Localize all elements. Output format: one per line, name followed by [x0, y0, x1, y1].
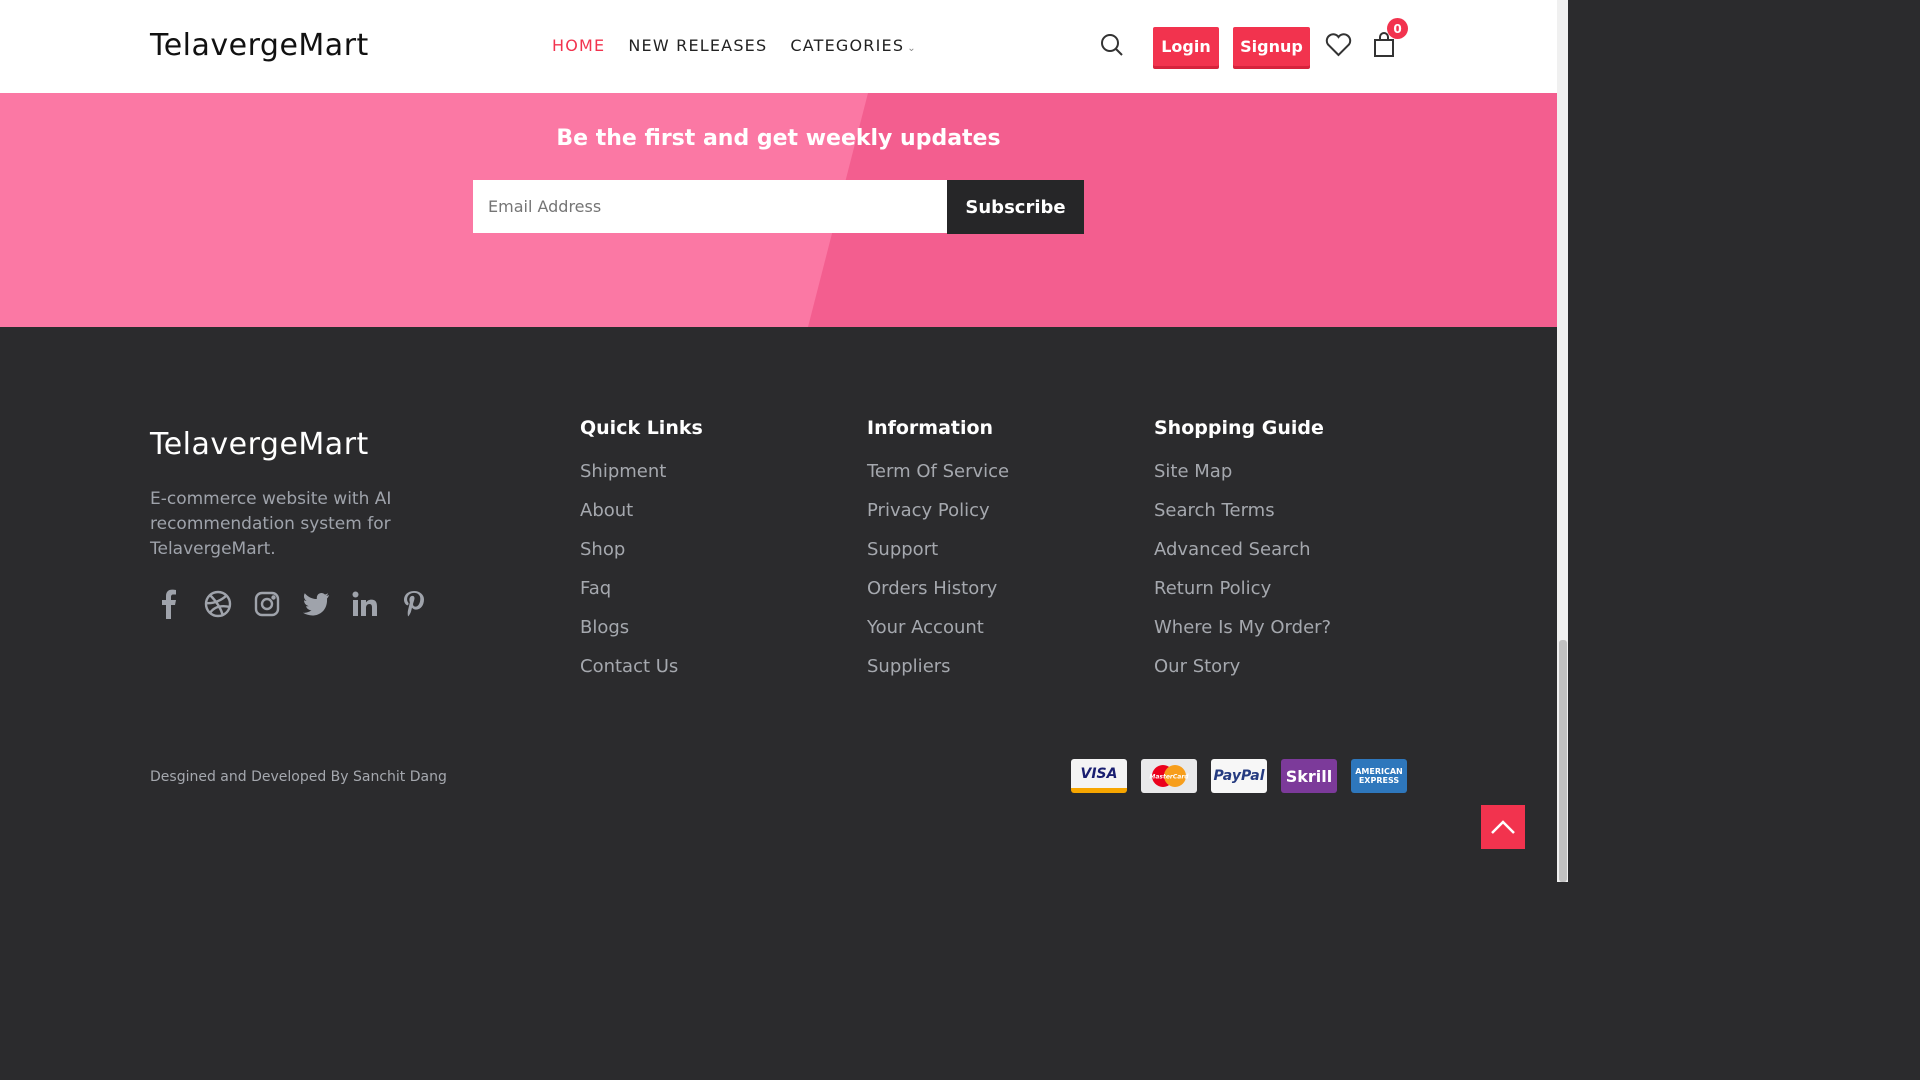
newsletter-title: Be the first and get weekly updates — [556, 126, 1001, 151]
footer-link-return-policy[interactable]: Return Policy — [1154, 578, 1331, 617]
pinterest-icon[interactable] — [399, 589, 428, 618]
linkedin-icon[interactable] — [350, 589, 379, 618]
footer-link-advanced-search[interactable]: Advanced Search — [1154, 539, 1331, 578]
footer-link-search-terms[interactable]: Search Terms — [1154, 500, 1331, 539]
footer-credit: Desgined and Developed By Sanchit Dang — [150, 769, 447, 785]
site-header: TelavergeMart HOME NEW RELEASES CATEGORI… — [0, 0, 1557, 93]
footer-link-shop[interactable]: Shop — [580, 539, 703, 578]
footer-link-faq[interactable]: Faq — [580, 578, 703, 617]
footer-link-suppliers[interactable]: Suppliers — [867, 656, 1009, 695]
skrill-icon: Skrill — [1281, 759, 1337, 793]
nav-categories[interactable]: CATEGORIES ⌄ — [790, 36, 916, 55]
footer-link-orders-history[interactable]: Orders History — [867, 578, 1009, 617]
quick-links-heading: Quick Links — [580, 417, 703, 439]
shopping-guide-heading: Shopping Guide — [1154, 417, 1324, 439]
amex-label: AMERICAN EXPRESS — [1355, 767, 1403, 785]
footer-link-privacy[interactable]: Privacy Policy — [867, 500, 1009, 539]
dribbble-icon[interactable] — [203, 589, 232, 618]
cart-count-badge: 0 — [1387, 18, 1408, 39]
nav-home[interactable]: HOME — [552, 36, 605, 55]
mastercard-icon: MasterCard — [1141, 759, 1197, 793]
footer-logo[interactable]: TelavergeMart — [150, 427, 369, 462]
information-heading: Information — [867, 417, 994, 439]
facebook-icon[interactable] — [154, 589, 183, 619]
footer-link-where-is-my-order[interactable]: Where Is My Order? — [1154, 617, 1331, 656]
email-input[interactable] — [473, 180, 947, 233]
subscribe-button[interactable]: Subscribe — [947, 180, 1084, 234]
site-footer: TelavergeMart E-commerce website with AI… — [0, 327, 1557, 882]
information-column: Information Term Of Service Privacy Poli… — [867, 417, 1009, 695]
search-icon[interactable] — [1099, 32, 1125, 58]
skrill-label: Skrill — [1285, 766, 1333, 786]
quick-links-column: Quick Links Shipment About Shop Faq Blog… — [580, 417, 703, 695]
scrollbar-thumb[interactable] — [1559, 640, 1567, 882]
footer-link-support[interactable]: Support — [867, 539, 1009, 578]
amex-icon: AMERICAN EXPRESS — [1351, 759, 1407, 793]
paypal-icon: PayPal — [1211, 759, 1267, 793]
footer-about-text: E-commerce website with AI recommendatio… — [150, 489, 392, 559]
twitter-icon[interactable] — [301, 589, 330, 618]
footer-link-contact[interactable]: Contact Us — [580, 656, 703, 695]
footer-link-shipment[interactable]: Shipment — [580, 461, 703, 500]
footer-link-terms[interactable]: Term Of Service — [867, 461, 1009, 500]
social-links — [154, 589, 428, 619]
visa-icon: VISA — [1071, 759, 1127, 793]
site-logo[interactable]: TelavergeMart — [150, 28, 369, 63]
wishlist-heart-icon[interactable] — [1324, 32, 1352, 58]
footer-link-your-account[interactable]: Your Account — [867, 617, 1009, 656]
newsletter-section: Be the first and get weekly updates Subs… — [0, 93, 1557, 327]
main-nav: HOME NEW RELEASES CATEGORIES ⌄ — [552, 36, 917, 55]
login-button[interactable]: Login — [1153, 27, 1219, 66]
chevron-down-icon: ⌄ — [907, 43, 917, 54]
mastercard-label: MasterCard — [1149, 774, 1189, 781]
shopping-guide-column: Shopping Guide Site Map Search Terms Adv… — [1154, 417, 1331, 695]
footer-link-blogs[interactable]: Blogs — [580, 617, 703, 656]
nav-categories-label: CATEGORIES — [790, 36, 905, 55]
paypal-label: PayPal — [1213, 768, 1265, 784]
nav-new-releases[interactable]: NEW RELEASES — [628, 36, 767, 55]
footer-link-site-map[interactable]: Site Map — [1154, 461, 1331, 500]
footer-link-about[interactable]: About — [580, 500, 703, 539]
visa-label: VISA — [1080, 765, 1118, 782]
footer-link-our-story[interactable]: Our Story — [1154, 656, 1331, 695]
scroll-to-top-button[interactable] — [1481, 805, 1525, 849]
instagram-icon[interactable] — [252, 589, 281, 618]
signup-button[interactable]: Signup — [1233, 27, 1310, 66]
